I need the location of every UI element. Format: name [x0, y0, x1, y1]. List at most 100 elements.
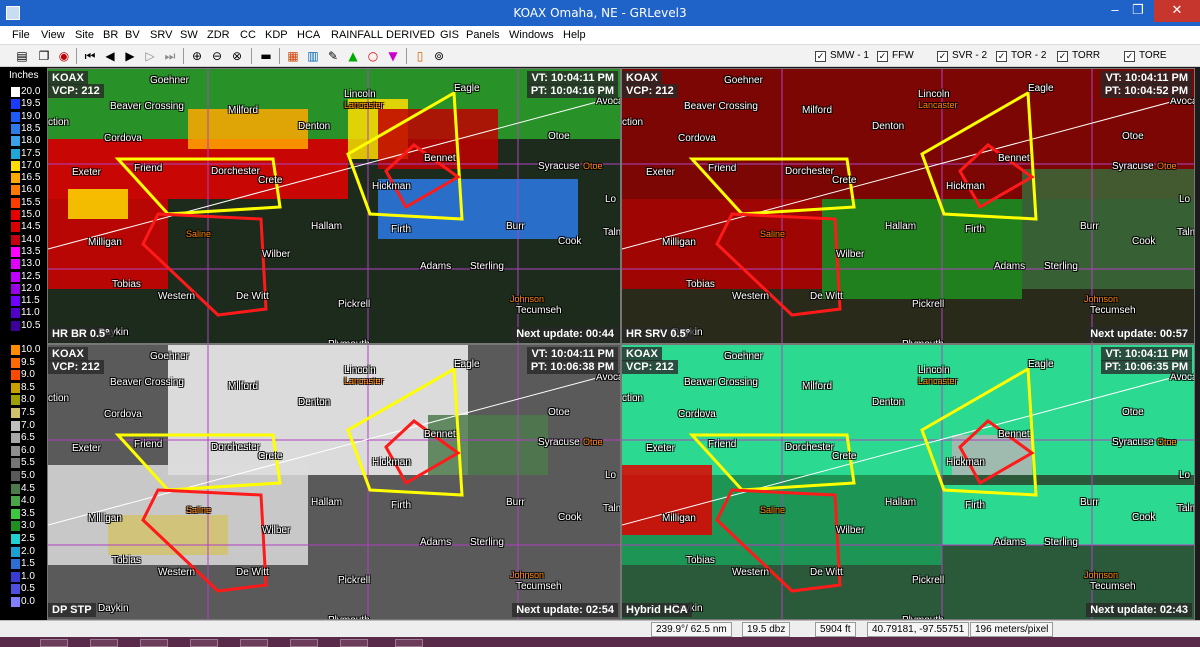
radar-icon[interactable]: ◉	[56, 48, 72, 64]
menu-br[interactable]: BR	[103, 29, 118, 41]
town-label: Hickman	[372, 181, 411, 192]
warning-toggle-ffw[interactable]: ✓ FFW	[877, 50, 914, 62]
zoom-out-icon[interactable]: ⊖	[209, 48, 225, 64]
down-triangle-icon[interactable]: ▼	[385, 48, 401, 64]
close-button[interactable]: ✕	[1154, 0, 1200, 22]
legend-swatch	[11, 382, 20, 393]
legend-value: 15.0	[21, 209, 41, 220]
map-icon[interactable]: ▦	[285, 48, 301, 64]
next-frame-icon[interactable]: ▷	[142, 48, 158, 64]
menu-file[interactable]: File	[12, 29, 30, 41]
zoom-in-icon[interactable]: ⊕	[189, 48, 205, 64]
menu-kdp[interactable]: KDP	[265, 29, 288, 41]
taskbar-item[interactable]	[340, 639, 368, 647]
title-bar: KOAX Omaha, NE - GRLevel3 – ❐ ✕	[0, 0, 1200, 26]
taskbar-item[interactable]	[290, 639, 318, 647]
legend-value: 2.0	[21, 545, 35, 557]
legend-value: 3.0	[21, 520, 35, 532]
legend-value: 18.5	[21, 122, 41, 134]
town-label: De Witt	[236, 567, 269, 578]
taskbar-item[interactable]	[140, 639, 168, 647]
warning-label: SVR - 2	[952, 50, 988, 61]
legend-swatch	[11, 283, 20, 294]
town-label: Lincoln	[918, 365, 950, 376]
play-icon[interactable]: ▶	[122, 48, 138, 64]
warning-toggle-tor[interactable]: ✓ TOR - 2	[996, 50, 1046, 62]
menu-derived[interactable]: DERIVED	[386, 29, 435, 41]
taskbar-item[interactable]	[90, 639, 118, 647]
vcp-label: VCP: 212	[48, 360, 104, 374]
town-label: Beaver Crossing	[684, 377, 758, 388]
menu-view[interactable]: View	[41, 29, 65, 41]
town-label: Cook	[1132, 512, 1156, 523]
radar-panel-storm-relative-velocity[interactable]: Goehner Lincoln Eagle Beaver Crossing Milfor…	[621, 68, 1195, 344]
town-label: Wilber	[836, 249, 865, 260]
radar-panel-hydrometeor-class[interactable]: Goehner Lincoln Eagle Beaver Crossing Milfor…	[621, 344, 1195, 620]
settings-icon[interactable]: ⊚	[431, 48, 447, 64]
menu-hca[interactable]: HCA	[297, 29, 320, 41]
circle-icon[interactable]: ○	[365, 48, 381, 64]
legend-swatch	[11, 271, 20, 282]
town-label: Pickrell	[338, 575, 371, 586]
taskbar-item[interactable]	[395, 639, 423, 647]
copy-icon[interactable]: ❐	[36, 48, 52, 64]
menu-panels[interactable]: Panels	[466, 29, 500, 41]
town-label: Pickrell	[338, 299, 371, 310]
town-label: Otoe	[548, 131, 570, 142]
taskbar-item[interactable]	[190, 639, 218, 647]
town-label: Bennet	[424, 429, 456, 440]
menu-bv[interactable]: BV	[125, 29, 140, 41]
menu-srv[interactable]: SRV	[150, 29, 172, 41]
town-label: Denton	[298, 397, 331, 408]
radar-echo-region	[168, 345, 468, 475]
legend-value: 13.5	[21, 245, 41, 257]
legend-value: 14.5	[21, 221, 41, 233]
warning-toggle-tore[interactable]: ✓ TORE	[1124, 50, 1167, 62]
warning-toggle-torr[interactable]: ✓ TORR	[1057, 50, 1100, 62]
county-label: Otoe	[1157, 437, 1177, 447]
legend-swatch	[11, 99, 20, 110]
menu-help[interactable]: Help	[563, 29, 586, 41]
valid-time: VT: 10:04:11 PM	[527, 347, 618, 361]
legend-swatch	[11, 308, 20, 319]
last-frame-icon[interactable]: ⏭	[162, 48, 178, 64]
pin-icon[interactable]: ✎	[325, 48, 341, 64]
disk-icon[interactable]: ▤	[14, 48, 30, 64]
site-label: KOAX	[622, 71, 662, 85]
legend-value: 6.0	[21, 444, 35, 456]
warning-label: SMW - 1	[830, 50, 869, 61]
menu-zdr[interactable]: ZDR	[207, 29, 230, 41]
product-time: PT: 10:04:52 PM	[1100, 84, 1192, 98]
warning-toggle-svr[interactable]: ✓ SVR - 2	[937, 50, 987, 62]
menu-rainfall[interactable]: RAINFALL	[331, 29, 383, 41]
legend-swatch	[11, 246, 20, 257]
legend-value: 16.0	[21, 184, 41, 196]
zoom-reset-icon[interactable]: ⊗	[229, 48, 245, 64]
town-label: Milligan	[662, 513, 696, 524]
first-frame-icon[interactable]: ⏮	[82, 48, 98, 64]
town-label: Burr	[1080, 221, 1099, 232]
menu-cc[interactable]: CC	[240, 29, 256, 41]
radar-panel-storm-total-precip[interactable]: Goehner Lincoln Eagle Beaver Crossing Milfor…	[47, 344, 621, 620]
legend-swatch	[11, 508, 20, 519]
warning-toggle-smw[interactable]: ✓ SMW - 1	[815, 50, 869, 62]
town-label: Tecumseh	[1090, 305, 1136, 316]
town-label: Denton	[872, 397, 905, 408]
menu-site[interactable]: Site	[75, 29, 94, 41]
layers-icon[interactable]: ▥	[305, 48, 321, 64]
triangle-icon[interactable]: ▲	[345, 48, 361, 64]
taskbar-item[interactable]	[40, 639, 68, 647]
menu-sw[interactable]: SW	[180, 29, 198, 41]
town-label: Friend	[134, 439, 163, 450]
menu-windows[interactable]: Windows	[509, 29, 554, 41]
town-label: Sterling	[470, 537, 504, 548]
menu-gis[interactable]: GIS	[440, 29, 459, 41]
phone-icon[interactable]: ▯	[412, 48, 428, 64]
taskbar-item[interactable]	[240, 639, 268, 647]
window-icon[interactable]: ▬	[258, 48, 274, 64]
town-label: Sterling	[470, 261, 504, 272]
radar-panel-base-reflectivity[interactable]: Goehner Lincoln Eagle Beaver Crossing Milfor…	[47, 68, 621, 344]
legend-swatch	[11, 395, 20, 406]
prev-frame-icon[interactable]: ◀	[102, 48, 118, 64]
restore-button[interactable]: ❐	[1118, 0, 1158, 22]
